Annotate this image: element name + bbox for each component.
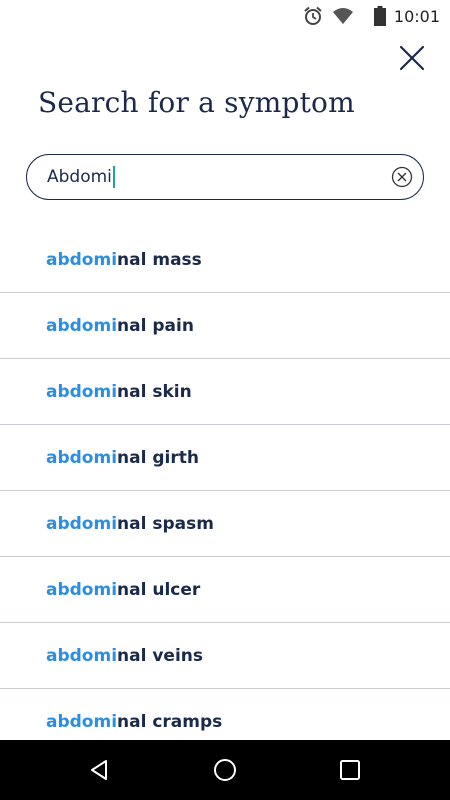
close-icon — [399, 45, 425, 71]
back-icon — [91, 760, 108, 780]
battery-icon — [373, 6, 386, 26]
home-button[interactable] — [205, 750, 245, 790]
result-item[interactable]: abdomi nal spasm — [0, 491, 450, 557]
text-caret — [112, 166, 115, 188]
result-match: abdomi — [46, 645, 118, 666]
close-button[interactable] — [396, 42, 428, 74]
system-nav-bar — [0, 740, 450, 800]
clear-search-button[interactable] — [391, 166, 413, 188]
result-match: abdomi — [46, 711, 118, 732]
back-button[interactable] — [80, 750, 120, 790]
result-match: abdomi — [46, 447, 118, 468]
result-item[interactable]: abdomi nal mass — [0, 227, 450, 293]
home-icon — [213, 759, 236, 781]
result-match: abdomi — [46, 315, 118, 336]
result-rest: nal skin — [117, 381, 192, 402]
result-item[interactable]: abdomi nal pain — [0, 293, 450, 359]
result-item[interactable]: abdomi nal veins — [0, 623, 450, 689]
result-rest: nal veins — [117, 645, 204, 666]
result-item[interactable]: abdomi nal girth — [0, 425, 450, 491]
result-match: abdomi — [46, 513, 118, 534]
result-rest: nal girth — [117, 447, 199, 468]
result-item[interactable]: abdomi nal ulcer — [0, 557, 450, 623]
result-rest: nal cramps — [117, 711, 223, 732]
search-input-value: Abdomi — [47, 167, 112, 187]
recents-button[interactable] — [330, 750, 370, 790]
result-match: abdomi — [46, 381, 118, 402]
result-item[interactable]: abdomi nal skin — [0, 359, 450, 425]
search-input[interactable]: Abdomi — [47, 164, 115, 190]
results-list: abdomi nal mass abdomi nal pain abdomi nal … — [0, 227, 450, 755]
result-rest: nal spasm — [117, 513, 214, 534]
recents-icon — [339, 760, 360, 780]
result-match: abdomi — [46, 249, 118, 270]
wifi-icon — [332, 6, 354, 26]
alarm-icon — [302, 5, 324, 27]
status-bar: 10:01 — [0, 0, 450, 32]
clear-circle-icon — [391, 166, 413, 188]
search-field[interactable]: Abdomi — [26, 154, 424, 200]
result-match: abdomi — [46, 579, 118, 600]
result-rest: nal pain — [117, 315, 194, 336]
result-rest: nal ulcer — [117, 579, 201, 600]
result-rest: nal mass — [117, 249, 202, 270]
status-time: 10:01 — [393, 6, 440, 26]
page-title: Search for a symptom — [38, 86, 355, 119]
